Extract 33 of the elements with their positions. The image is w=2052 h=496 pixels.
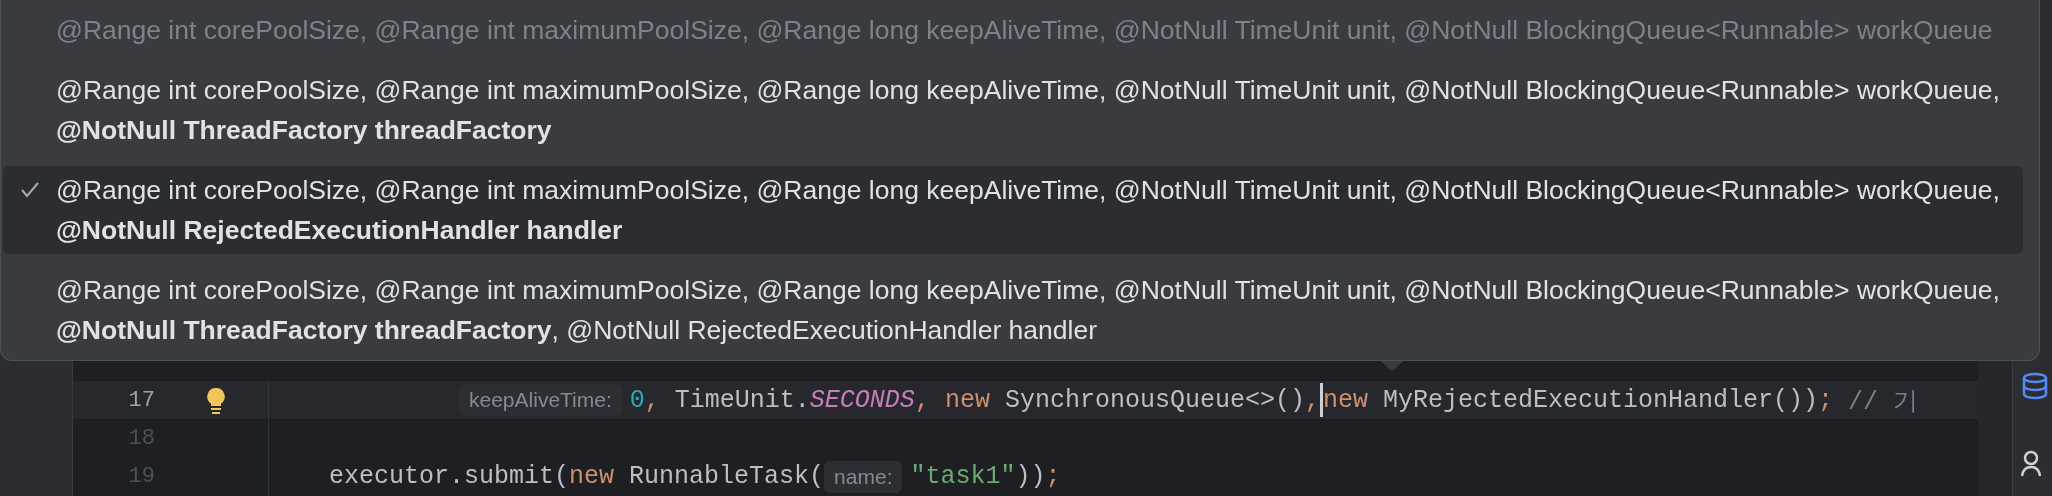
parameter-hint: name:	[824, 460, 903, 493]
signature-text: @NotNull ThreadFactory threadFactory, @NotNull RejectedExecutionHandler handler	[56, 314, 1098, 347]
database-icon[interactable]	[2021, 372, 2049, 400]
overload-item[interactable]: @Range int corePoolSize, @Range int maximumPoolSize, @Range long keepAliveTime, @NotNull TimeUnit unit, @NotNull BlockingQueue<Runnable> workQueue, @NotNull RejectedExecutionHandler handler	[3, 166, 2023, 254]
code-token: 0	[629, 385, 645, 415]
parameter-hint: keepAliveTime:	[459, 384, 622, 417]
code-token: ))	[1015, 462, 1046, 492]
code-token: ;	[1818, 385, 1834, 415]
signature-text: @Range int corePoolSize, @Range int maximumPoolSize, @Range long keepAliveTime, @NotNull TimeUnit unit, @NotNull BlockingQueue<Runnable> workQueue,	[56, 274, 2000, 307]
code-token: , new	[914, 385, 990, 415]
signature-text: @NotNull RejectedExecutionHandler handler	[56, 214, 624, 247]
code-token: "task1"	[910, 462, 1016, 492]
code-token: new	[569, 462, 615, 492]
code-token: // 기	[1847, 386, 1919, 417]
code-token: SynchronousQueue<>()	[1003, 385, 1305, 415]
lightbulb-icon[interactable]	[205, 386, 226, 414]
code-token: new	[1322, 385, 1368, 415]
signature-text: @Range int corePoolSize, @Range int maximumPoolSize, @Range long keepAliveTime, @NotNull TimeUnit unit, @NotNull BlockingQueue<Runnable> workQueue	[56, 14, 1993, 47]
code-token: executor.submit(	[329, 462, 570, 492]
signature-text: @Range int corePoolSize, @Range int maximumPoolSize, @Range long keepAliveTime, @NotNull TimeUnit unit, @NotNull BlockingQueue<Runnable> workQueue,	[56, 74, 2000, 107]
code-token: ;	[1045, 462, 1061, 492]
code-token: SECONDS	[809, 385, 915, 415]
signature-text: @Range int corePoolSize, @Range int maximumPoolSize, @Range long keepAliveTime, @NotNull TimeUnit unit, @NotNull BlockingQueue<Runnable> workQueue,	[56, 174, 2000, 207]
code-token: TimeUnit.	[673, 385, 810, 415]
signature-text: @NotNull ThreadFactory threadFactory	[56, 114, 553, 147]
code-token: MyRejectedExecutionHandler())	[1382, 385, 1819, 415]
text-caret	[1319, 383, 1323, 418]
line-number: 17	[127, 387, 156, 413]
overload-item[interactable]: @Range int corePoolSize, @Range int maximumPoolSize, @Range long keepAliveTime, @NotNull TimeUnit unit, @NotNull BlockingQueue<Runnable> workQueue, @NotNull ThreadFactory threadFactory	[3, 66, 2023, 154]
code-token: RunnableTask(	[628, 462, 825, 492]
checkmark-icon	[19, 181, 40, 199]
code-token: ,	[1304, 385, 1320, 415]
code-token: ,	[644, 385, 660, 415]
